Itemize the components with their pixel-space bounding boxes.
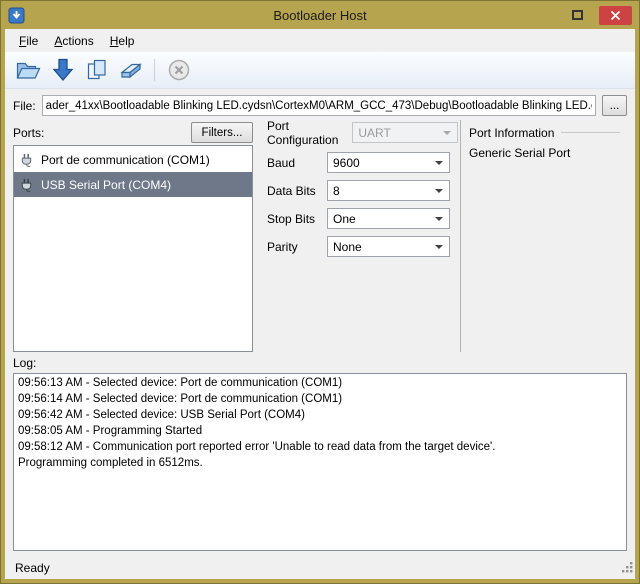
verify-pages-icon [86,58,108,82]
ports-label: Ports: [13,126,44,140]
menu-actions[interactable]: Actions [46,31,101,51]
port-item-com1[interactable]: Port de communication (COM1) [14,147,252,172]
window-controls [562,6,632,25]
status-text: Ready [15,561,50,575]
menu-file[interactable]: File [11,31,46,51]
port-item-com4[interactable]: USB Serial Port (COM4) [14,172,252,197]
abort-button [164,56,193,85]
file-row: File: ... [5,89,635,120]
stop-bits-value: One [333,212,356,226]
status-bar: Ready [5,556,635,579]
log-label: Log: [5,352,635,373]
data-bits-label: Data Bits [267,184,327,198]
data-bits-value: 8 [333,184,340,198]
file-label: File: [13,99,36,113]
verify-button[interactable] [82,56,111,85]
log-line: Programming completed in 6512ms. [18,455,622,471]
main-row: Ports: Filters... Port de communication … [5,120,635,352]
filters-button[interactable]: Filters... [191,122,253,143]
toolbar [5,52,635,89]
baud-label: Baud [267,156,327,170]
port-information-text: Generic Serial Port [469,146,627,160]
window-title: Bootloader Host [1,8,639,23]
program-button[interactable] [48,56,77,85]
abort-x-icon [167,58,191,82]
parity-select[interactable]: None [327,236,450,257]
file-path-input[interactable] [42,95,596,116]
port-information-section: Port Information Generic Serial Port [461,120,627,352]
resize-grip-icon [621,561,634,574]
program-arrow-icon [52,58,74,82]
baud-select[interactable]: 9600 [327,152,450,173]
maximize-button[interactable] [562,6,592,25]
serial-port-icon [19,152,34,167]
title-bar[interactable]: Bootloader Host [1,1,639,29]
parity-value: None [333,240,362,254]
data-bits-select[interactable]: 8 [327,180,450,201]
ports-list: Port de communication (COM1) USB Serial … [13,145,253,352]
port-configuration-label: Port Configuration [267,119,338,147]
header-rule [561,132,620,133]
log-line: 09:56:14 AM - Selected device: Port de c… [18,391,622,407]
close-button[interactable] [599,6,632,25]
baud-value: 9600 [333,156,360,170]
browse-button[interactable]: ... [602,95,627,116]
log-line: 09:58:12 AM - Communication port reporte… [18,439,622,455]
resize-grip[interactable] [621,561,634,577]
menu-help[interactable]: Help [102,31,143,51]
protocol-select: UART [352,122,458,143]
maximize-icon [572,10,583,20]
port-information-label: Port Information [469,126,554,140]
app-window: Bootloader Host File Actions Help [0,0,640,584]
client-area: File Actions Help [5,29,635,579]
toolbar-separator [154,59,155,81]
port-item-label: USB Serial Port (COM4) [41,178,171,192]
close-icon [610,10,621,21]
log-line: 09:56:42 AM - Selected device: USB Seria… [18,407,622,423]
open-folder-icon [16,59,41,81]
stop-bits-select[interactable]: One [327,208,450,229]
menu-bar: File Actions Help [5,29,635,52]
log-output[interactable]: 09:56:13 AM - Selected device: Port de c… [13,373,627,551]
serial-port-icon [19,177,34,192]
port-item-label: Port de communication (COM1) [41,153,210,167]
log-line: 09:56:13 AM - Selected device: Port de c… [18,375,622,391]
port-configuration-section: Port Configuration UART Baud 9600 Data B… [253,120,461,352]
open-file-button[interactable] [14,56,43,85]
app-icon [8,7,25,24]
erase-button[interactable] [116,56,145,85]
eraser-icon [119,59,143,81]
stop-bits-label: Stop Bits [267,212,327,226]
protocol-value: UART [358,126,390,140]
log-line: 09:58:05 AM - Programming Started [18,423,622,439]
ports-section: Ports: Filters... Port de communication … [13,120,253,352]
parity-label: Parity [267,240,327,254]
